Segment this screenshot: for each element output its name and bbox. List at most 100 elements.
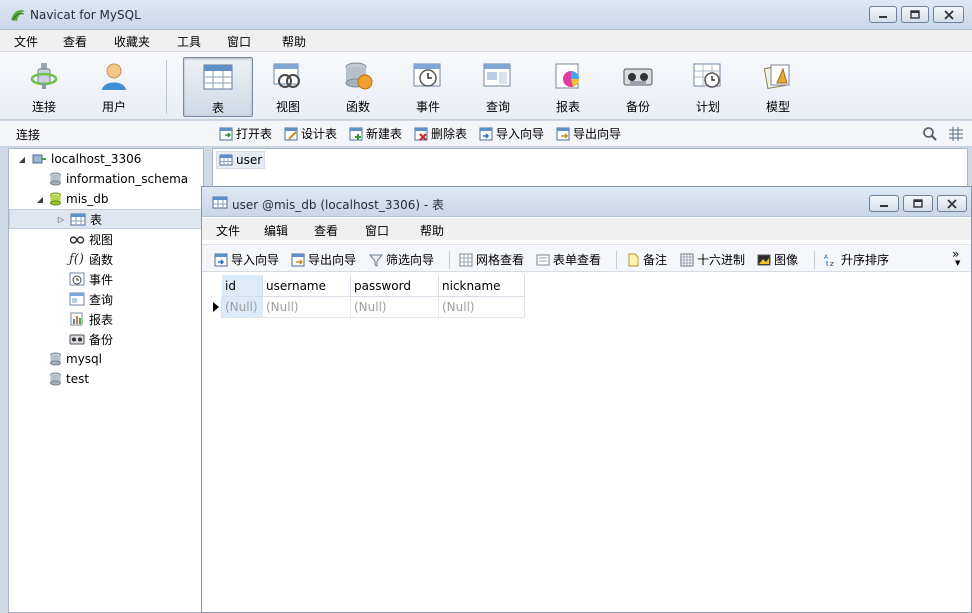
new-table-label: 新建表	[366, 127, 403, 141]
tree-db-mis-db[interactable]: ◢ mis_db	[35, 189, 109, 209]
toolbar-user-button[interactable]: 用户	[80, 57, 148, 117]
tree-db-label: test	[66, 372, 90, 386]
menu-view[interactable]: 查看	[63, 33, 87, 50]
delete-table-icon	[414, 127, 428, 141]
toolbar-connection-button[interactable]: 连接	[10, 57, 78, 117]
column-header-nickname[interactable]: nickname	[439, 275, 525, 297]
new-table-button[interactable]: 新建表	[349, 125, 402, 142]
form-view-button[interactable]: 表单查看	[536, 251, 601, 268]
tree-connection-label: localhost_3306	[51, 152, 142, 166]
import-wizard-button[interactable]: 导入向导	[479, 125, 544, 142]
child-menu-help[interactable]: 帮助	[420, 222, 444, 239]
table-cell[interactable]: (Null)	[222, 297, 263, 318]
child-menu-edit[interactable]: 编辑	[264, 222, 288, 239]
function-icon: ƒ()	[69, 251, 84, 267]
toolbar-table-button[interactable]: 表	[183, 57, 253, 117]
table-cell[interactable]: (Null)	[439, 297, 525, 318]
column-header-username[interactable]: username	[263, 275, 351, 297]
grid-view-button[interactable]: 网格查看	[459, 251, 524, 268]
tree-connection-node[interactable]: ◢ localhost_3306	[17, 149, 141, 169]
table-cell[interactable]: (Null)	[263, 297, 351, 318]
menu-tools[interactable]: 工具	[177, 33, 201, 50]
collapse-arrow-icon[interactable]: ◢	[17, 155, 27, 164]
menu-help[interactable]: 帮助	[282, 33, 306, 50]
toolbar-query-button[interactable]: 查询	[464, 57, 532, 117]
image-button[interactable]: 图像	[757, 251, 798, 268]
table-icon	[70, 213, 86, 225]
expand-arrow-icon[interactable]: ▷	[56, 215, 66, 224]
tree-db-test[interactable]: test	[49, 369, 89, 389]
toolbar-model-label: 模型	[765, 100, 790, 114]
report-icon	[555, 63, 580, 89]
filter-wizard-button[interactable]: 筛选向导	[369, 251, 434, 268]
filter-funnel-icon	[369, 254, 383, 267]
tree-category-events[interactable]: 事件	[69, 269, 113, 289]
hex-button[interactable]: 十六进制	[680, 251, 745, 268]
tree-category-label: 函数	[89, 252, 114, 267]
query-icon	[69, 292, 85, 306]
memo-note-icon	[628, 253, 639, 266]
backup-icon	[623, 68, 653, 86]
collapse-arrow-icon[interactable]: ◢	[35, 195, 45, 204]
child-menu-file[interactable]: 文件	[216, 222, 240, 239]
menu-window[interactable]: 窗口	[227, 33, 251, 50]
query-icon	[483, 63, 511, 87]
restore-icon	[910, 9, 920, 19]
grid-view-icon[interactable]	[948, 126, 964, 142]
restore-button[interactable]	[901, 6, 929, 23]
row-indicator[interactable]	[210, 297, 222, 318]
close-button[interactable]	[933, 6, 964, 23]
memo-button[interactable]: 备注	[626, 251, 667, 268]
chevron-down-icon[interactable]: ▼	[955, 259, 960, 267]
tree-category-functions[interactable]: ƒ() 函数	[69, 249, 113, 269]
toolbar-schedule-button[interactable]: 计划	[674, 57, 742, 117]
hex-grid-icon	[680, 253, 694, 266]
menu-bar: 文件 查看 收藏夹 工具 窗口 帮助	[0, 30, 972, 52]
toolbar-model-button[interactable]: 模型	[744, 57, 812, 117]
sort-ascending-button[interactable]: Az 升序排序	[824, 251, 889, 268]
export-wizard-button[interactable]: 导出向导	[556, 125, 621, 142]
tree-category-label: 表	[90, 212, 103, 227]
child-restore-button[interactable]	[903, 195, 933, 212]
child-menu-view[interactable]: 查看	[314, 222, 338, 239]
child-export-wizard-button[interactable]: 导出向导	[291, 251, 356, 268]
tree-category-tables[interactable]: ▷ 表	[9, 209, 203, 229]
tree-category-label: 报表	[89, 312, 114, 327]
toolbar-table-label: 表	[211, 101, 224, 115]
toolbar-view-label: 视图	[275, 100, 300, 114]
tree-category-queries[interactable]: 查询	[69, 289, 113, 309]
tree-category-views[interactable]: 视图	[69, 229, 113, 249]
tree-category-reports[interactable]: 报表	[69, 309, 113, 329]
tree-db-mysql[interactable]: mysql	[49, 349, 102, 369]
tree-db-information-schema[interactable]: information_schema	[49, 169, 188, 189]
delete-table-button[interactable]: 删除表	[414, 125, 467, 142]
tree-category-backups[interactable]: 备份	[69, 329, 113, 349]
child-import-wizard-button[interactable]: 导入向导	[214, 251, 279, 268]
object-item-user[interactable]: user	[216, 151, 266, 169]
toolbar-divider	[814, 251, 815, 269]
design-table-button[interactable]: 设计表	[284, 125, 337, 142]
menu-file[interactable]: 文件	[14, 33, 38, 50]
toolbar-function-button[interactable]: 函数	[324, 57, 392, 117]
toolbar-report-button[interactable]: 报表	[534, 57, 602, 117]
column-header-password[interactable]: password	[351, 275, 439, 297]
tree-db-label: information_schema	[66, 172, 189, 186]
table-cell[interactable]: (Null)	[351, 297, 439, 318]
open-table-button[interactable]: 打开表	[219, 125, 272, 142]
child-close-button[interactable]	[937, 195, 967, 212]
child-minimize-button[interactable]	[869, 195, 899, 212]
child-menu-bar: 文件 编辑 查看 窗口 帮助	[202, 218, 971, 240]
toolbar-event-button[interactable]: 事件	[394, 57, 462, 117]
toolbar-divider	[166, 60, 167, 114]
tree-category-label: 视图	[89, 232, 114, 247]
minimize-button[interactable]	[869, 6, 897, 23]
column-header-id[interactable]: id	[222, 275, 263, 297]
current-row-arrow-icon	[213, 302, 219, 312]
database-icon	[50, 372, 61, 386]
toolbar-view-button[interactable]: 视图	[254, 57, 322, 117]
child-menu-window[interactable]: 窗口	[365, 222, 389, 239]
plug-icon	[30, 63, 58, 89]
toolbar-backup-button[interactable]: 备份	[604, 57, 672, 117]
menu-favorites[interactable]: 收藏夹	[114, 33, 150, 50]
search-icon[interactable]	[922, 126, 938, 142]
